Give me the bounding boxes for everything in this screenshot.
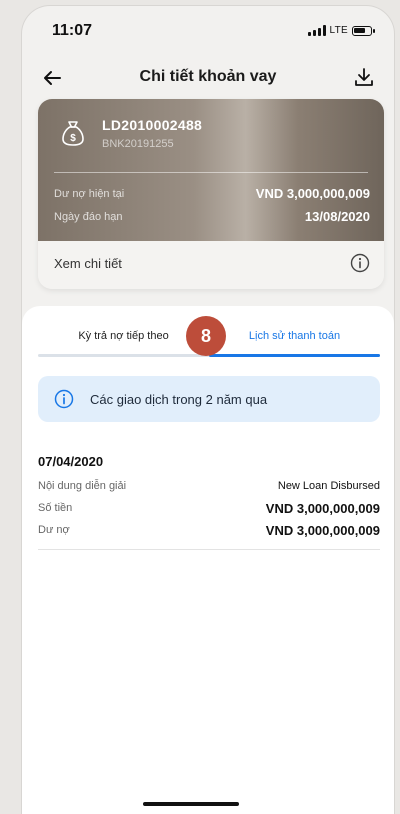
loan-account: BNK20191255 <box>102 138 174 150</box>
card-divider <box>54 172 368 173</box>
maturity-value: 13/08/2020 <box>304 209 370 224</box>
home-indicator[interactable] <box>143 802 239 806</box>
phone-screen: 11:07 LTE Chi tiết khoản vay $ LD2010002… <box>22 6 394 814</box>
outstanding-value: VND 3,000,000,009 <box>255 186 370 201</box>
description-value: New Loan Disbursed <box>277 480 380 492</box>
signal-icon <box>307 25 326 36</box>
status-time: 11:07 <box>52 22 93 39</box>
tab-payment-history[interactable]: Lịch sử thanh toán <box>209 330 380 342</box>
transaction-row: Dư nợ VND 3,000,000,009 <box>38 519 380 541</box>
maturity-label: Ngày đáo hạn <box>54 211 123 223</box>
transaction-row: Số tiền VND 3,000,000,009 <box>38 497 380 519</box>
loan-card-summary: $ LD2010002488 BNK20191255 Dư nợ hiện tạ… <box>38 99 384 241</box>
download-button[interactable] <box>352 65 376 89</box>
balance-label: Dư nợ <box>38 524 70 536</box>
notice-text: Các giao dịch trong 2 năm qua <box>90 392 268 407</box>
app-header: Chi tiết khoản vay <box>22 56 394 100</box>
amount-label: Số tiền <box>38 502 73 514</box>
balance-value: VND 3,000,000,009 <box>265 523 380 538</box>
battery-icon <box>352 25 375 36</box>
network-label: LTE <box>329 25 348 36</box>
outstanding-label: Dư nợ hiện tại <box>54 188 125 200</box>
content-panel: Kỳ trả nợ tiếp theo Lịch sử thanh toán 8… <box>22 306 394 814</box>
description-label: Nội dung diễn giải <box>38 480 127 492</box>
status-bar: 11:07 LTE <box>22 6 394 56</box>
svg-text:$: $ <box>70 133 76 144</box>
amount-value: VND 3,000,000,009 <box>265 501 380 516</box>
download-icon <box>355 68 373 86</box>
info-icon[interactable] <box>350 253 370 273</box>
page-title: Chi tiết khoản vay <box>139 68 277 85</box>
tab-underline-active <box>209 354 380 357</box>
loan-card: $ LD2010002488 BNK20191255 Dư nợ hiện tạ… <box>38 99 384 289</box>
view-details-row[interactable]: Xem chi tiết <box>38 241 384 289</box>
tab-next-payment[interactable]: Kỳ trả nợ tiếp theo <box>38 330 209 342</box>
transaction-divider <box>38 549 380 550</box>
transaction-date: 07/04/2020 <box>38 454 104 469</box>
info-icon <box>54 389 74 409</box>
transaction-item: 07/04/2020 Nội dung diễn giải New Loan D… <box>38 454 380 550</box>
status-indicators: LTE <box>307 25 375 36</box>
info-notice: Các giao dịch trong 2 năm qua <box>38 376 380 422</box>
money-bag-icon: $ <box>62 121 84 146</box>
step-badge: 8 <box>186 316 226 356</box>
transaction-row: Nội dung diễn giải New Loan Disbursed <box>38 475 380 497</box>
loan-id: LD2010002488 <box>102 117 203 133</box>
view-details-link[interactable]: Xem chi tiết <box>54 256 122 271</box>
